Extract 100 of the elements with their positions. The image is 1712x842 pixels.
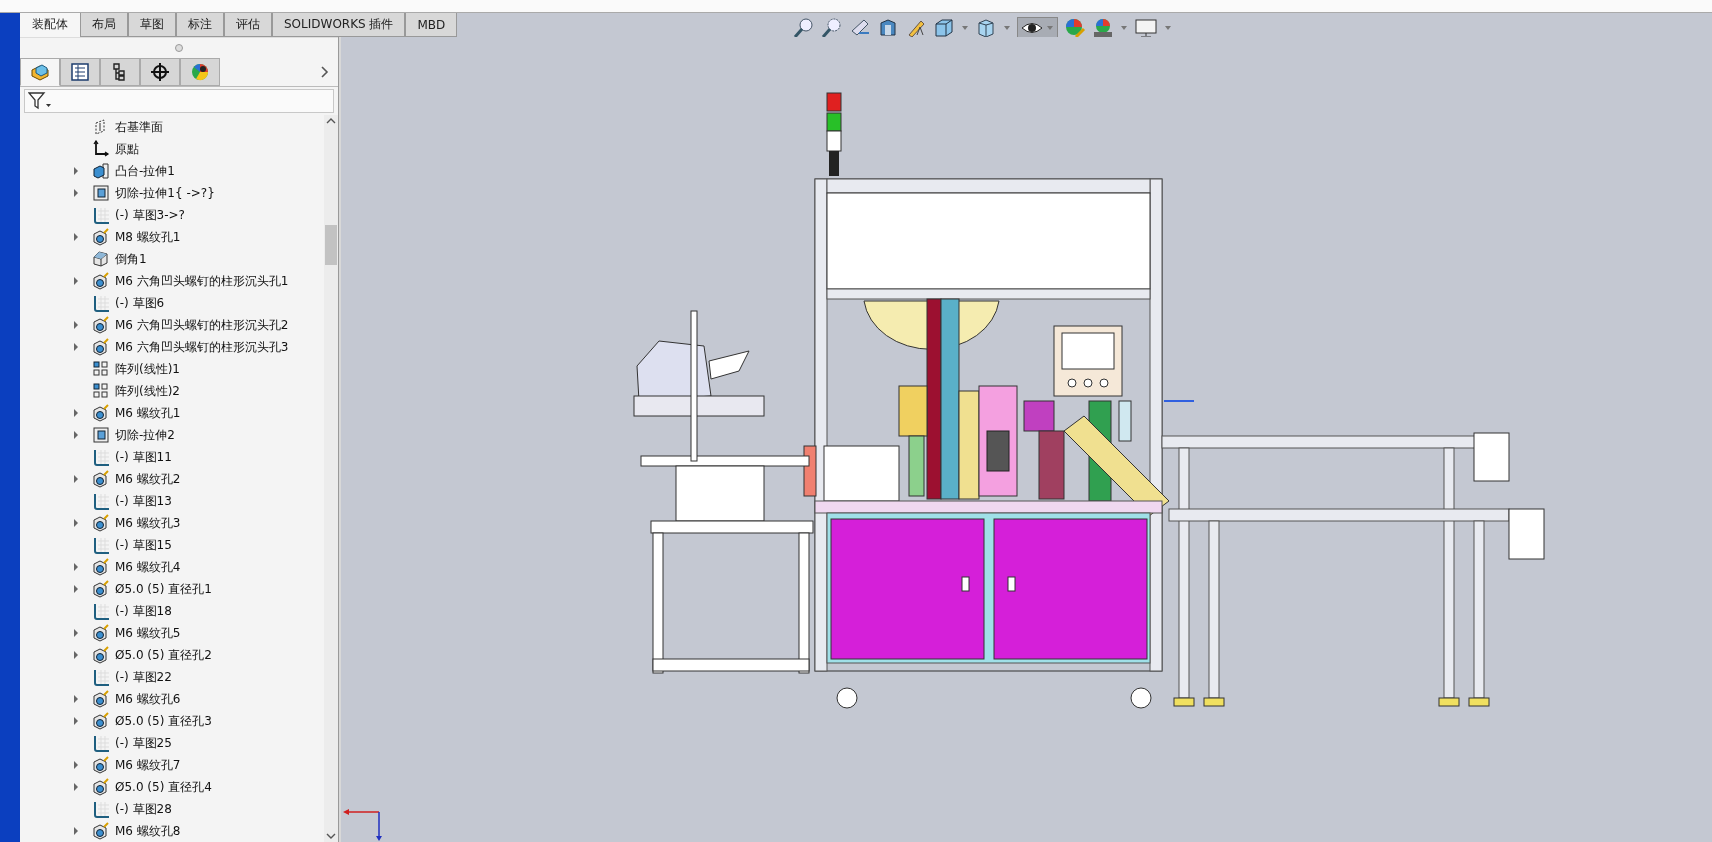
- monitor-icon[interactable]: [1134, 17, 1158, 39]
- expand-arrow-icon[interactable]: [72, 584, 80, 594]
- feature-item[interactable]: (-) 草图15: [115, 536, 172, 554]
- feature-item[interactable]: (-) 草图25: [115, 734, 172, 752]
- ribbon-tab[interactable]: SOLIDWORKS 插件: [272, 13, 406, 37]
- dropdown-caret-icon[interactable]: [1003, 25, 1011, 31]
- feature-item[interactable]: M6 螺纹孔5: [115, 624, 181, 642]
- expand-arrow-icon[interactable]: [72, 650, 80, 660]
- feature-item[interactable]: (-) 草图28: [115, 800, 172, 818]
- hole-icon: [92, 712, 110, 730]
- expand-arrow-icon[interactable]: [72, 562, 80, 572]
- feature-item[interactable]: Ø5.0 (5) 直径孔2: [115, 646, 212, 664]
- feature-item[interactable]: M6 六角凹头螺钉的柱形沉头孔3: [115, 338, 289, 356]
- scroll-down-icon[interactable]: [326, 832, 336, 840]
- feature-item[interactable]: M6 螺纹孔2: [115, 470, 181, 488]
- feature-item[interactable]: 凸台-拉伸1: [115, 162, 175, 180]
- feature-item[interactable]: (-) 草图11: [115, 448, 172, 466]
- feature-item[interactable]: M6 螺纹孔8: [115, 822, 181, 840]
- expand-arrow-icon[interactable]: [72, 760, 80, 770]
- graphics-area[interactable]: [341, 37, 1712, 842]
- feature-item[interactable]: Ø5.0 (5) 直径孔3: [115, 712, 212, 730]
- expand-arrow-icon[interactable]: [72, 276, 80, 286]
- chevron-right-icon[interactable]: [320, 65, 330, 79]
- feature-item[interactable]: 倒角1: [115, 250, 147, 268]
- feature-item[interactable]: (-) 草图13: [115, 492, 172, 510]
- feature-item[interactable]: M6 螺纹孔1: [115, 404, 181, 422]
- dropdown-caret-icon[interactable]: [961, 25, 969, 31]
- ribbon-tab[interactable]: MBD: [405, 13, 458, 37]
- expand-arrow-icon[interactable]: [72, 342, 80, 352]
- property-tab[interactable]: [60, 58, 100, 86]
- feature-item[interactable]: 切除-拉伸1{ ->?}: [115, 184, 215, 202]
- config-tab[interactable]: [100, 58, 140, 86]
- zoom-to-fit-icon[interactable]: [793, 17, 815, 39]
- zoom-area-icon[interactable]: [821, 17, 843, 39]
- feature-tab[interactable]: [20, 58, 60, 86]
- feature-item[interactable]: M6 六角凹头螺钉的柱形沉头孔1: [115, 272, 289, 290]
- hole-icon: [92, 624, 110, 642]
- feature-item[interactable]: (-) 草图22: [115, 668, 172, 686]
- expand-arrow-icon[interactable]: [72, 826, 80, 836]
- feature-item[interactable]: Ø5.0 (5) 直径孔4: [115, 778, 212, 796]
- scrollbar[interactable]: [324, 115, 338, 842]
- hole-icon: [92, 316, 110, 334]
- axis-triad-icon: [341, 806, 385, 842]
- feature-item[interactable]: M6 螺纹孔3: [115, 514, 181, 532]
- filter-icon: [28, 91, 52, 111]
- ribbon-tab[interactable]: 布局: [80, 13, 128, 37]
- sketch-icon: [92, 602, 110, 620]
- expand-arrow-icon[interactable]: [72, 716, 80, 726]
- feature-item[interactable]: Ø5.0 (5) 直径孔1: [115, 580, 212, 598]
- feature-item[interactable]: (-) 草图6: [115, 294, 165, 312]
- expand-arrow-icon[interactable]: [72, 628, 80, 638]
- crosshair-icon: [150, 62, 170, 82]
- expand-arrow-icon[interactable]: [72, 232, 80, 242]
- ribbon-tab[interactable]: 评估: [224, 13, 272, 37]
- hole-icon: [92, 404, 110, 422]
- view-orientation-icon[interactable]: [933, 17, 955, 39]
- hole-icon: [92, 690, 110, 708]
- expand-arrow-icon[interactable]: [72, 694, 80, 704]
- resize-handle[interactable]: [175, 44, 183, 52]
- scroll-thumb[interactable]: [325, 225, 337, 265]
- hole-icon: [92, 778, 110, 796]
- ribbon-tab[interactable]: 草图: [128, 13, 176, 37]
- hide-show-button[interactable]: [1017, 17, 1058, 39]
- chamfer-icon: [92, 250, 110, 268]
- expand-arrow-icon[interactable]: [72, 320, 80, 330]
- dropdown-caret-icon[interactable]: [1164, 25, 1172, 31]
- feature-item[interactable]: 阵列(线性)1: [115, 360, 180, 378]
- ribbon-tab[interactable]: 装配体: [20, 13, 80, 37]
- expand-arrow-icon[interactable]: [72, 166, 80, 176]
- expand-arrow-icon[interactable]: [72, 408, 80, 418]
- sketch-icon: [92, 492, 110, 510]
- expand-arrow-icon[interactable]: [72, 430, 80, 440]
- dropdown-caret-icon: [1046, 25, 1054, 31]
- ribbon-tab[interactable]: 标注: [176, 13, 224, 37]
- feature-item[interactable]: 右基準面: [115, 118, 163, 136]
- feature-item[interactable]: 切除-拉伸2: [115, 426, 175, 444]
- feature-item[interactable]: M6 六角凹头螺钉的柱形沉头孔2: [115, 316, 289, 334]
- feature-item[interactable]: M6 螺纹孔6: [115, 690, 181, 708]
- display-style-icon[interactable]: [975, 17, 997, 39]
- feature-item[interactable]: (-) 草图18: [115, 602, 172, 620]
- section-view-icon[interactable]: [877, 17, 899, 39]
- scene-icon[interactable]: [1092, 17, 1114, 39]
- feature-item[interactable]: (-) 草图3->?: [115, 206, 185, 224]
- cut-icon: [92, 184, 110, 202]
- filter-field[interactable]: [24, 89, 334, 113]
- display-tab[interactable]: [180, 58, 220, 86]
- hole-icon: [92, 228, 110, 246]
- feature-item[interactable]: M6 螺纹孔4: [115, 558, 181, 576]
- dropdown-caret-icon[interactable]: [1120, 25, 1128, 31]
- dimxpert-tab[interactable]: [140, 58, 180, 86]
- expand-arrow-icon[interactable]: [72, 474, 80, 484]
- expand-arrow-icon[interactable]: [72, 518, 80, 528]
- expand-arrow-icon[interactable]: [72, 188, 80, 198]
- feature-item[interactable]: M6 螺纹孔7: [115, 756, 181, 774]
- feature-item[interactable]: 阵列(线性)2: [115, 382, 180, 400]
- feature-item[interactable]: M8 螺纹孔1: [115, 228, 181, 246]
- pattern-icon: [92, 360, 110, 378]
- expand-arrow-icon[interactable]: [72, 782, 80, 792]
- scroll-up-icon[interactable]: [326, 117, 336, 125]
- feature-item[interactable]: 原點: [115, 140, 139, 158]
